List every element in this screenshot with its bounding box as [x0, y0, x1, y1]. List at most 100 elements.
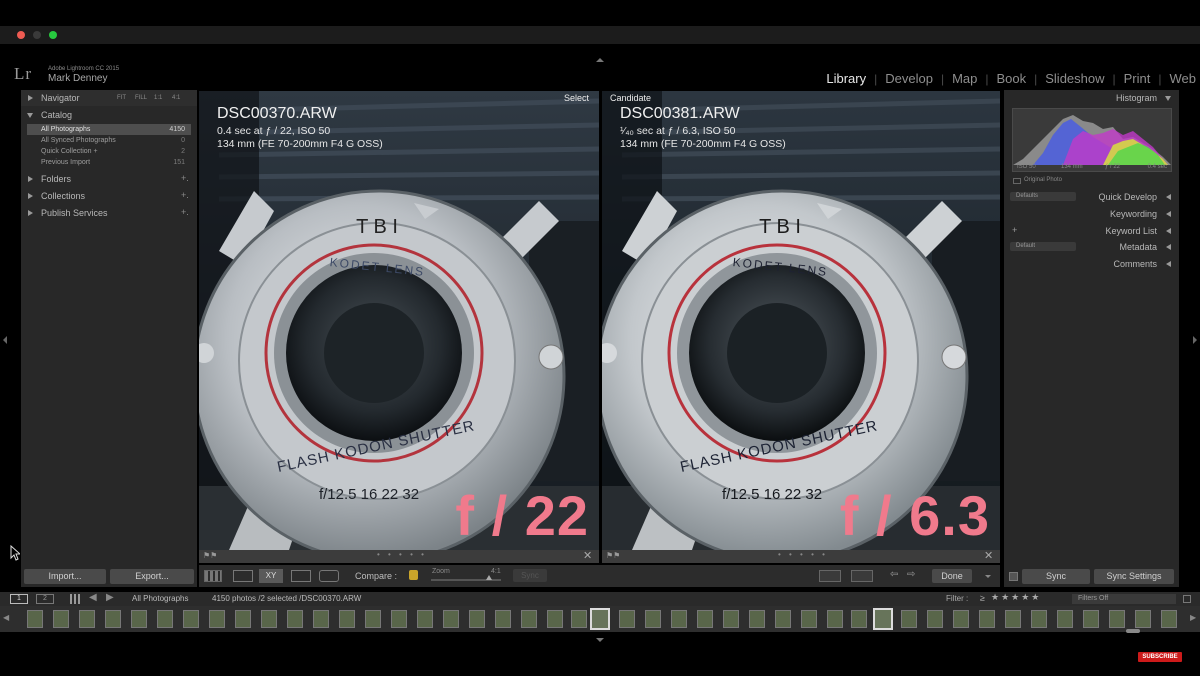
module-library[interactable]: Library [818, 71, 874, 86]
rating-filter-stars[interactable]: ★★★★★ [991, 592, 1041, 603]
filmstrip-thumbnail[interactable] [157, 610, 173, 628]
close-candidate-icon[interactable]: ✕ [984, 549, 993, 562]
filmstrip-thumbnail[interactable] [571, 610, 587, 628]
subscribe-watermark[interactable]: SUBSCRIBE [1138, 652, 1182, 662]
comments-title[interactable]: Comments [1113, 259, 1157, 269]
keywording-title[interactable]: Keywording [1110, 209, 1157, 219]
catalog-header[interactable]: Catalog [21, 107, 197, 123]
keyword-list-title[interactable]: Keyword List [1105, 226, 1157, 236]
filmstrip-thumbnail[interactable] [495, 610, 511, 628]
grid-icon[interactable] [70, 594, 80, 604]
people-view-icon[interactable] [319, 570, 339, 582]
catalog-item-previous-import[interactable]: Previous Import 151 [27, 157, 191, 168]
export-button[interactable]: Export... [110, 569, 194, 584]
filmstrip-thumbnail[interactable] [1005, 610, 1021, 628]
filmstrip-thumbnail[interactable] [619, 610, 635, 628]
filmstrip-thumbnail[interactable] [391, 610, 407, 628]
filmstrip-thumbnail[interactable] [209, 610, 225, 628]
next-arrow-icon[interactable]: ⇨ [907, 569, 915, 580]
publish-services-header[interactable]: Publish Services +. [21, 205, 197, 221]
filmstrip-thumbnail[interactable] [547, 610, 563, 628]
zoom-slider-handle[interactable] [486, 575, 492, 580]
close-select-icon[interactable]: ✕ [583, 549, 592, 562]
filmstrip-thumbnail[interactable] [723, 610, 739, 628]
catalog-item-quick-collection[interactable]: Quick Collection + 2 [27, 146, 191, 157]
swap-select-candidate-icon[interactable] [819, 570, 841, 582]
grid-view-icon[interactable] [204, 570, 222, 582]
filmstrip-thumbnail[interactable] [105, 610, 121, 628]
main-window-button[interactable]: 1 [10, 594, 28, 604]
navigator-header[interactable]: Navigator FIT FILL 1:1 4:1 [21, 90, 197, 106]
metadata-expand-icon[interactable] [1166, 244, 1171, 250]
rating-operator[interactable]: ≥ [980, 593, 985, 603]
metadata-preset-select[interactable]: Default [1010, 242, 1076, 251]
filmstrip-thumbnail[interactable] [79, 610, 95, 628]
sync-zoom-button[interactable]: Sync [513, 569, 547, 582]
filmstrip-thumbnail[interactable] [645, 610, 661, 628]
rating-dots[interactable]: • • • • • [778, 550, 828, 559]
filmstrip-scrollbar-thumb[interactable] [1126, 629, 1140, 633]
filmstrip-thumbnail-selected[interactable] [873, 608, 893, 630]
zoom-1-1[interactable]: 1:1 [154, 95, 162, 101]
add-publish-service-icon[interactable]: +. [181, 207, 189, 217]
filmstrip-thumbnail[interactable] [979, 610, 995, 628]
filmstrip-thumbnail[interactable] [697, 610, 713, 628]
add-folder-icon[interactable]: +. [181, 173, 189, 183]
filmstrip-forward-icon[interactable]: ▶ [106, 592, 114, 603]
flag-icon[interactable]: ⚑⚑ [203, 551, 217, 560]
make-select-icon[interactable] [851, 570, 873, 582]
previous-arrow-icon[interactable]: ⇦ [890, 569, 898, 580]
filmstrip-thumbnail[interactable] [339, 610, 355, 628]
filters-off-select[interactable]: Filters Off [1072, 594, 1176, 604]
candidate-photo[interactable]: T B I KODET LENS FLASH KODON SHUTTER f/1… [602, 91, 1000, 550]
module-slideshow[interactable]: Slideshow [1037, 71, 1112, 86]
filmstrip-thumbnail[interactable] [1083, 610, 1099, 628]
filmstrip-thumbnail[interactable] [827, 610, 843, 628]
keyword-list-expand-icon[interactable] [1166, 228, 1171, 234]
zoom-fill[interactable]: FILL [135, 95, 147, 101]
filmstrip-thumbnail[interactable] [313, 610, 329, 628]
minimize-window-button[interactable] [33, 31, 41, 39]
collections-header[interactable]: Collections +. [21, 188, 197, 204]
select-photo[interactable]: T B I KODET LENS FLASH KODON SHUTTER f/1… [199, 91, 599, 550]
add-collection-icon[interactable]: +. [181, 190, 189, 200]
filmstrip-thumbnail[interactable] [1031, 610, 1047, 628]
keywording-expand-icon[interactable] [1166, 211, 1171, 217]
filmstrip-thumbnail[interactable] [365, 610, 381, 628]
flag-icon[interactable]: ⚑⚑ [606, 551, 620, 560]
filmstrip-thumbnail[interactable] [53, 610, 69, 628]
module-map[interactable]: Map [944, 71, 985, 86]
filmstrip-thumbnail[interactable] [183, 610, 199, 628]
module-web[interactable]: Web [1162, 71, 1197, 86]
filmstrip-thumbnail[interactable] [469, 610, 485, 628]
auto-sync-toggle[interactable] [1009, 572, 1018, 581]
quick-develop-expand-icon[interactable] [1166, 194, 1171, 200]
top-panel-toggle-icon[interactable] [596, 58, 604, 62]
filter-lock-icon[interactable] [1183, 595, 1191, 603]
quick-develop-title[interactable]: Quick Develop [1098, 192, 1157, 202]
filmstrip-thumbnail[interactable] [927, 610, 943, 628]
filmstrip-source[interactable]: All Photographs [132, 594, 188, 603]
filmstrip-thumbnail[interactable] [521, 610, 537, 628]
filmstrip-thumbnail[interactable] [261, 610, 277, 628]
bottom-panel-toggle-icon[interactable] [596, 638, 604, 642]
survey-view-icon[interactable] [291, 570, 311, 582]
filmstrip-thumbnail[interactable] [851, 610, 867, 628]
toolbar-options-icon[interactable] [985, 575, 991, 578]
filmstrip-scroll-right-icon[interactable]: ▶ [1190, 613, 1196, 622]
filmstrip-back-icon[interactable]: ◀ [89, 592, 97, 603]
close-window-button[interactable] [17, 31, 25, 39]
catalog-item-all-synced[interactable]: All Synced Photographs 0 [27, 135, 191, 146]
filmstrip-thumbnail[interactable] [1057, 610, 1073, 628]
filmstrip-thumbnail[interactable] [1161, 610, 1177, 628]
filmstrip-thumbnail[interactable] [443, 610, 459, 628]
loupe-view-icon[interactable] [233, 570, 253, 582]
filmstrip-thumbnail[interactable] [775, 610, 791, 628]
secondary-window-button[interactable]: 2 [36, 594, 54, 604]
module-develop[interactable]: Develop [877, 71, 941, 86]
quick-develop-preset-select[interactable]: Defaults [1010, 192, 1076, 201]
folders-header[interactable]: Folders +. [21, 171, 197, 187]
filmstrip-thumbnail[interactable] [1135, 610, 1151, 628]
zoom-4-1[interactable]: 4:1 [172, 95, 180, 101]
comments-expand-icon[interactable] [1166, 261, 1171, 267]
